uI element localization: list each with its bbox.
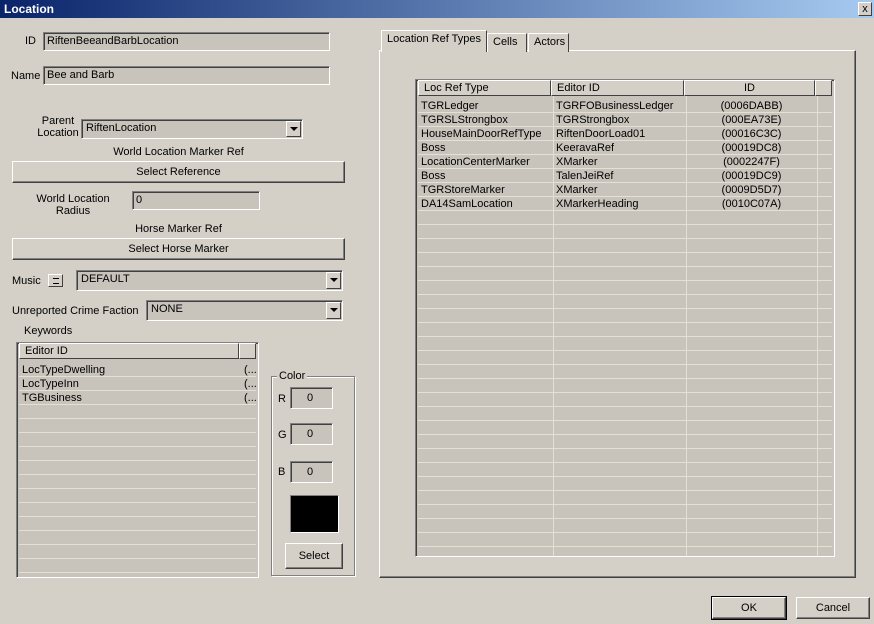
parent-location-label: Parent Location	[37, 115, 79, 139]
close-icon: x	[862, 3, 868, 15]
music-options-icon[interactable]	[48, 274, 63, 287]
color-group-label: Color	[277, 370, 308, 382]
ok-button[interactable]: OK	[711, 596, 787, 620]
id-input[interactable]: RiftenBeeandBarbLocation	[43, 32, 330, 51]
column-divider	[686, 96, 687, 556]
keywords-header: Editor ID	[19, 343, 256, 359]
chevron-down-icon[interactable]	[326, 272, 341, 289]
world-marker-label: World Location Marker Ref	[113, 146, 244, 158]
crime-faction-dropdown[interactable]: NONE	[146, 300, 343, 321]
chevron-down-icon[interactable]	[286, 121, 301, 137]
column-divider	[817, 96, 818, 556]
table-row[interactable]: Boss KeeravaRef (00019DC8)	[418, 141, 832, 155]
col-spacer	[815, 80, 832, 96]
list-item[interactable]: LocTypeDwelling (...	[19, 363, 256, 377]
chevron-down-icon[interactable]	[326, 302, 341, 319]
crime-faction-label: Unreported Crime Faction	[12, 305, 139, 317]
tab-cells[interactable]: Cells	[487, 33, 527, 52]
ref-table-header: Loc Ref Type Editor ID ID	[418, 80, 832, 96]
table-row[interactable]: TGRStoreMarker XMarker (0009D5D7)	[418, 183, 832, 197]
keywords-col-editor-id[interactable]: Editor ID	[19, 343, 239, 359]
music-value: DEFAULT	[81, 273, 130, 285]
parent-location-value: RiftenLocation	[86, 122, 157, 134]
music-label: Music	[12, 275, 41, 287]
window-title-bar[interactable]: Location	[0, 0, 874, 18]
table-row[interactable]: DA14SamLocation XMarkerHeading (0010C07A…	[418, 197, 832, 211]
table-row[interactable]: HouseMainDoorRefType RiftenDoorLoad01 (0…	[418, 127, 832, 141]
select-reference-button[interactable]: Select Reference	[12, 161, 345, 183]
name-input[interactable]: Bee and Barb	[43, 66, 330, 85]
table-row[interactable]: TGRSLStrongbox TGRStrongbox (000EA73E)	[418, 113, 832, 127]
select-horse-marker-button[interactable]: Select Horse Marker	[12, 238, 345, 260]
color-swatch[interactable]	[290, 495, 339, 533]
location-ref-table[interactable]: Loc Ref Type Editor ID ID TGRLedger TGRF…	[415, 79, 835, 557]
crime-faction-value: NONE	[151, 303, 183, 315]
world-radius-label: World Location Radius	[36, 193, 110, 217]
table-row[interactable]: LocationCenterMarker XMarker (0002247F)	[418, 155, 832, 169]
tab-location-ref-types[interactable]: Location Ref Types	[381, 30, 487, 52]
color-g-label: G	[278, 429, 287, 441]
keywords-col-extra[interactable]	[239, 343, 256, 359]
tab-actors[interactable]: Actors	[528, 33, 569, 52]
color-r-label: R	[278, 393, 286, 405]
name-label: Name	[11, 70, 41, 82]
ref-table-rows: TGRLedger TGRFOBusinessLedger (0006DABB)…	[418, 99, 832, 554]
list-item[interactable]: LocTypeInn (...	[19, 377, 256, 391]
color-r-input[interactable]: 0	[290, 387, 333, 409]
color-b-input[interactable]: 0	[290, 461, 333, 483]
col-editor-id[interactable]: Editor ID	[551, 80, 684, 96]
id-label: ID	[25, 35, 36, 47]
color-select-button[interactable]: Select	[285, 543, 343, 569]
close-button[interactable]: x	[858, 2, 872, 16]
parent-location-dropdown[interactable]: RiftenLocation	[81, 119, 303, 139]
col-loc-ref-type[interactable]: Loc Ref Type	[418, 80, 551, 96]
world-radius-input[interactable]: 0	[132, 191, 260, 210]
color-g-input[interactable]: 0	[290, 423, 333, 445]
horse-marker-label: Horse Marker Ref	[135, 223, 222, 235]
cancel-button[interactable]: Cancel	[796, 597, 870, 619]
list-item[interactable]: TGBusiness (...	[19, 391, 256, 405]
keywords-list[interactable]: Editor ID LocTypeDwelling (... LocTypeIn…	[16, 342, 259, 578]
keywords-label: Keywords	[24, 325, 73, 337]
keywords-rows: LocTypeDwelling (... LocTypeInn (... TGB…	[19, 363, 256, 575]
table-row[interactable]: Boss TalenJeiRef (00019DC9)	[418, 169, 832, 183]
window-title: Location	[4, 2, 54, 16]
music-dropdown[interactable]: DEFAULT	[76, 270, 343, 291]
table-row[interactable]: TGRLedger TGRFOBusinessLedger (0006DABB)	[418, 99, 832, 113]
column-divider	[553, 96, 554, 556]
color-b-label: B	[278, 466, 286, 478]
col-id[interactable]: ID	[684, 80, 815, 96]
